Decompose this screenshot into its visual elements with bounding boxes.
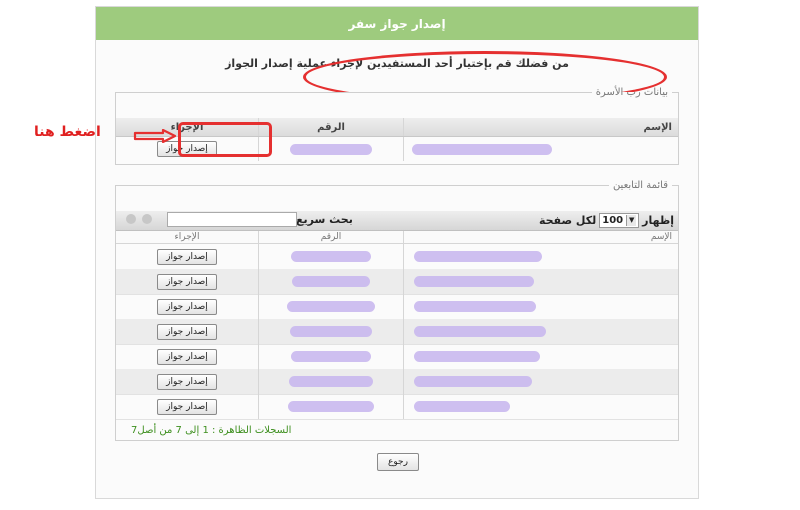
click-here-annotation: اضغط هنا	[34, 124, 101, 140]
dependent-number-cell	[259, 244, 404, 269]
dependents-legend: قائمة التابعين	[612, 180, 668, 191]
panel-header: إصدار جواز سفر	[96, 7, 698, 40]
page-size-select[interactable]: 100 ▼	[599, 213, 640, 228]
redacted-number	[289, 376, 373, 387]
dependent-action-cell: إصدار جواز	[116, 319, 259, 344]
dependent-number-cell	[259, 269, 404, 294]
dependent-action-cell: إصدار جواز	[116, 394, 259, 419]
dependent-name-cell	[404, 369, 678, 394]
dependents-box: قائمة التابعين إظهار 100 ▼ لكل صفحة بحث …	[115, 180, 679, 441]
prev-page-icon[interactable]	[142, 214, 152, 224]
dependent-name-cell	[404, 319, 678, 344]
column-name-header: الإسم	[643, 121, 672, 133]
issue-passport-button[interactable]: إصدار جواز	[157, 248, 217, 265]
redacted-name	[414, 251, 542, 262]
redacted-number	[288, 401, 374, 412]
redacted-name	[414, 301, 536, 312]
column-name-header: الإسم	[650, 232, 672, 242]
quick-search-label: بحث سريع	[296, 213, 353, 226]
dependent-number-cell	[259, 294, 404, 319]
issue-passport-button[interactable]: إصدار جواز	[157, 373, 217, 390]
dependent-row: إصدار جواز	[116, 269, 678, 295]
panel-title: إصدار جواز سفر	[348, 16, 446, 31]
dependent-action-cell: إصدار جواز	[116, 269, 259, 294]
button-highlight-box	[178, 122, 272, 157]
issue-passport-button[interactable]: إصدار جواز	[157, 298, 217, 315]
dependents-toolbar: إظهار 100 ▼ لكل صفحة بحث سريع	[116, 211, 678, 231]
dependent-row: إصدار جواز	[116, 369, 678, 395]
dependent-name-cell	[404, 244, 678, 269]
dependent-number-cell	[259, 394, 404, 419]
dependent-row: إصدار جواز	[116, 319, 678, 345]
issue-passport-button[interactable]: إصدار جواز	[157, 323, 217, 340]
redacted-number	[290, 326, 372, 337]
quick-search-input[interactable]	[167, 212, 297, 227]
dependent-action-cell: إصدار جواز	[116, 369, 259, 394]
first-page-icon[interactable]	[126, 214, 136, 224]
redacted-name	[412, 143, 552, 155]
dependent-number-cell	[259, 344, 404, 369]
redacted-number	[287, 301, 375, 312]
dependent-name-cell	[404, 269, 678, 294]
family-head-number-cell	[259, 137, 404, 161]
family-head-legend: بيانات رب الأسرة	[595, 87, 668, 98]
redacted-name	[414, 401, 510, 412]
dependent-row: إصدار جواز	[116, 294, 678, 320]
chevron-down-icon[interactable]: ▼	[626, 215, 637, 226]
dependent-number-cell	[259, 319, 404, 344]
issue-passport-button[interactable]: إصدار جواز	[157, 273, 217, 290]
dependent-action-cell: إصدار جواز	[116, 294, 259, 319]
redacted-name	[414, 326, 546, 337]
records-count-text: السجلات الظاهرة : 1 إلى 7 من أصل7	[131, 425, 292, 436]
redacted-number	[291, 351, 371, 362]
dependent-name-cell	[404, 394, 678, 419]
redacted-name	[414, 376, 532, 387]
redacted-number	[290, 143, 372, 155]
column-number-header: الرقم	[259, 231, 404, 243]
page-size-value: 100	[602, 215, 624, 226]
dependents-header-row: الإسم الرقم الإجراء	[116, 231, 678, 244]
per-page-label: لكل صفحة	[538, 214, 597, 227]
issue-passport-button[interactable]: إصدار جواز	[157, 398, 217, 415]
redacted-number	[291, 251, 371, 262]
show-label: إظهار	[642, 214, 674, 227]
arrow-right-icon	[133, 129, 177, 143]
dependent-action-cell: إصدار جواز	[116, 344, 259, 369]
dependent-row: إصدار جواز	[116, 244, 678, 270]
column-number-header: الرقم	[259, 118, 404, 136]
page-size-control: إظهار 100 ▼ لكل صفحة	[539, 213, 674, 228]
dependent-name-cell	[404, 344, 678, 369]
back-button[interactable]: رجوع	[377, 453, 419, 471]
dependent-action-cell: إصدار جواز	[116, 244, 259, 269]
redacted-name	[414, 351, 540, 362]
dependent-number-cell	[259, 369, 404, 394]
issue-passport-button[interactable]: إصدار جواز	[157, 348, 217, 365]
dependent-name-cell	[404, 294, 678, 319]
dependent-row: إصدار جواز	[116, 394, 678, 420]
dependent-row: إصدار جواز	[116, 344, 678, 370]
redacted-name	[414, 276, 534, 287]
redacted-number	[292, 276, 370, 287]
passport-issue-panel: إصدار جواز سفر من فضلك قم بإختيار أحد ال…	[95, 6, 699, 499]
family-head-name-cell	[404, 137, 678, 161]
column-action-header: الإجراء	[116, 231, 259, 243]
